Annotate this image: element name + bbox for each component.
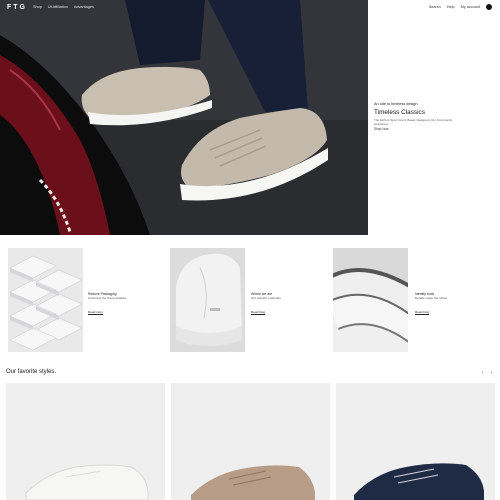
- feature-subtitle: Unboxing the finest detailee: [88, 296, 127, 301]
- favorites-title: Our favorite styles.: [6, 369, 57, 375]
- utility-nav: Search Help My account: [429, 4, 492, 10]
- hero-banner: FTG Shop Ut Affiliation Advantages Searc…: [0, 0, 500, 235]
- packaging-illustration: [8, 248, 83, 352]
- feature-image-tools[interactable]: [333, 248, 408, 352]
- feature-link[interactable]: Read blog: [415, 310, 429, 314]
- feature-text-packaging: Reduce Packaging Unboxing the finest det…: [88, 292, 158, 318]
- product-card[interactable]: [171, 383, 330, 500]
- feature-image-materials[interactable]: [170, 248, 245, 352]
- chevron-right-icon[interactable]: ›: [490, 371, 492, 376]
- chevron-left-icon[interactable]: ‹: [482, 371, 484, 376]
- primary-nav: Shop Ut Affiliation Advantages: [33, 5, 94, 9]
- hero-title: Timeless Classics: [374, 109, 425, 116]
- product-image-white-sneaker: [25, 464, 149, 500]
- nav-link-help[interactable]: Help: [447, 5, 455, 9]
- nav-link-account[interactable]: My account: [461, 5, 480, 9]
- product-card[interactable]: [336, 383, 495, 500]
- sneaker-heel-illustration: [170, 248, 245, 352]
- feature-link[interactable]: Read blog: [251, 310, 265, 314]
- feature-subtitle: Details made the Ultras: [415, 296, 448, 301]
- top-nav: FTG Shop Ut Affiliation Advantages Searc…: [0, 0, 500, 16]
- product-image-navy-sneaker: [354, 463, 484, 500]
- product-image-tan-sneaker: [191, 465, 315, 500]
- brand-logo[interactable]: FTG: [7, 4, 27, 11]
- carousel-controls: ‹ ›: [482, 371, 492, 376]
- nav-link-affiliation[interactable]: Ut Affiliation: [48, 5, 68, 9]
- hero-photo: [0, 0, 368, 235]
- nav-link-search[interactable]: Search: [429, 5, 441, 9]
- leather-detail-illustration: [333, 248, 408, 352]
- hero-description: The ECS-G Sport Court, Beast. Designed. …: [374, 118, 453, 126]
- feature-text-tools: Identify tools Details made the Ultras R…: [415, 292, 485, 318]
- hero-shop-now-link[interactable]: Shop Now: [374, 127, 389, 131]
- nav-link-advantages[interactable]: Advantages: [74, 5, 94, 9]
- feature-text-materials: Where we are Our specific materials Read…: [251, 292, 321, 318]
- feature-link[interactable]: Read story: [88, 310, 103, 314]
- hero-illustration: [0, 0, 368, 235]
- bag-icon[interactable]: [486, 4, 492, 10]
- nav-link-shop[interactable]: Shop: [33, 5, 42, 9]
- hero-eyebrow: An ode to timeless design.: [374, 102, 419, 106]
- product-card[interactable]: [6, 383, 165, 500]
- feature-subtitle: Our specific materials: [251, 296, 281, 301]
- feature-image-packaging[interactable]: [8, 248, 83, 352]
